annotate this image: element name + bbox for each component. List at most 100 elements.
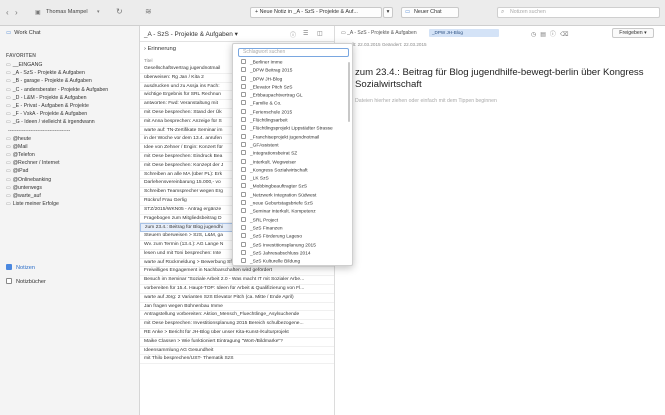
notebook-icon: ▭ [6, 102, 11, 109]
tag-option[interactable]: _SzS Förderung Lageso [233, 233, 352, 241]
tag-icon [241, 83, 246, 89]
tag-icon [241, 208, 246, 214]
tag-option[interactable]: _neue Geburtstagsbriefe SzS [233, 200, 352, 208]
note-body-placeholder[interactable]: Dateien hierher ziehen oder einfach mit … [355, 98, 497, 104]
favorites-heading: FAVORITEN [6, 53, 37, 59]
tag-option[interactable]: _SzS Kulturelle Bildung [233, 258, 352, 265]
sidebar-item-notes[interactable]: Notizen [6, 263, 136, 273]
note-list-row[interactable]: warte auf Jörg: 2 Varianten SzS Elevator… [140, 294, 334, 303]
tag-option[interactable]: _Interkult. Wegweiser [233, 158, 352, 167]
tag-icon [241, 67, 246, 73]
tag-option[interactable]: _Franchiseprojekt jugendnotmail [233, 133, 352, 142]
new-chat-button[interactable]: ▭ Neuer Chat [401, 7, 459, 18]
sidebar-item[interactable]: ▭ _F - VskA - Projekte & Aufgaben [6, 110, 136, 118]
notebook-icon [6, 278, 12, 284]
tag-option[interactable]: _Erbbaupachtvertrag GL [233, 92, 352, 100]
sidebar-item[interactable]: ▭ _B - garage - Projekte & Aufgaben [6, 77, 136, 85]
tag-option-label: _Netzwerk Integration Südwest [250, 193, 317, 199]
note-list-row[interactable]: RE Anke > Bericht für JH-Blog über unser… [140, 329, 334, 338]
new-note-button[interactable]: + Neue Notiz in _A - SzS - Projekte & Au… [250, 7, 382, 18]
present-icon[interactable]: ▤ [540, 32, 550, 38]
sidebar-item[interactable]: ▭ @Onlinebanking [6, 176, 136, 184]
sidebar-item[interactable]: ▭ @unterwegs [6, 184, 136, 192]
sidebar-item[interactable]: ▭ Liste meiner Erfolge [6, 200, 136, 208]
tag-search-input[interactable]: Schlagwort suchen [238, 48, 349, 57]
list-view-icon[interactable]: ☰ [303, 30, 308, 37]
column-header-title[interactable]: Titel [144, 58, 153, 63]
reminder-label: Erinnerung [147, 46, 176, 52]
note-list-row[interactable]: mit Oese besprechen: Investitionsplanung… [140, 320, 334, 329]
top-toolbar: ‹ › ▣ Thomas Mampel ▾ ↻ ≋ + Neue Notiz i… [0, 0, 665, 26]
new-note-dropdown-button[interactable]: ▾ [383, 7, 393, 18]
tag-icon [241, 100, 246, 106]
tag-option[interactable]: _Familie & Co. [233, 100, 352, 108]
editor-notebook-selector[interactable]: ▭ _A - SzS - Projekte & Aufgaben [341, 30, 417, 36]
tag-option[interactable]: _Elevator Pitch SzS [233, 83, 352, 92]
sidebar-item-notebooks[interactable]: Notizbücher [6, 277, 136, 287]
tag-option[interactable]: _Netzwerk Integration Südwest [233, 191, 352, 200]
note-title[interactable]: zum 23.4.: Beitrag für Blog jugendhilfe-… [355, 67, 655, 91]
sidebar-item[interactable]: ▭ @Telefon [6, 151, 136, 159]
notebook-title-dropdown[interactable]: _A - SzS - Projekte & Aufgaben ▾ [144, 30, 238, 38]
sidebar-item[interactable]: ▭ @iPad [6, 167, 136, 175]
tag-option[interactable]: _SRL Project [233, 216, 352, 225]
sidebar-item[interactable]: ▭ _G - Ideen / vielleicht & irgendwann [6, 118, 136, 126]
reminder-icon[interactable]: ◷ [531, 32, 540, 38]
sidebar-item[interactable]: ▭ @heute [6, 135, 136, 143]
search-input[interactable]: ⌕ Notizen suchen [497, 7, 660, 18]
note-list-row[interactable]: Besuch im Seminar "Soziale Arbeit 2.0 - … [140, 276, 334, 285]
user-avatar-icon[interactable]: ▣ [35, 9, 41, 17]
split-view-icon[interactable]: ◫ [317, 30, 323, 37]
note-list-row[interactable]: Jan fragen wegen Bühnenbau Imme [140, 303, 334, 312]
reminder-section[interactable]: › Erinnerung [144, 46, 176, 52]
sidebar-item-label: @Mail [12, 143, 28, 150]
chevron-down-icon[interactable]: ▾ [97, 9, 100, 15]
sidebar-item[interactable]: ▭ _C - andersberater - Projekte & Aufgabe… [6, 86, 136, 94]
tag-option[interactable]: _SzS Jahresabschluss 2014 [233, 249, 352, 258]
back-arrow-icon[interactable]: ‹ [6, 9, 9, 17]
share-button[interactable]: Freigeben ▾ [612, 28, 654, 38]
tag-option[interactable]: _Flüchtlingsprojekt Lippstädter Strasse [233, 125, 352, 133]
tag-option[interactable]: _Kongress Sozialwirtschaft [233, 166, 352, 175]
tag-chip[interactable]: _DPW JH-Blog [429, 29, 499, 37]
note-list-row[interactable]: Antragstellung vorbereiten: Aktion_Mensc… [140, 311, 334, 321]
tag-icon [241, 141, 246, 147]
note-list-row[interactable]: Ideensammlung AG Gesundheit [140, 347, 334, 356]
info-icon[interactable]: ⓘ [290, 30, 296, 39]
sidebar-item[interactable]: ▭ _E - Privat - Aufgaben & Projekte [6, 102, 136, 110]
sidebar-item[interactable]: ▭ @Rechner / Internet [6, 159, 136, 167]
tag-option[interactable]: _SzS Finanzen [233, 224, 352, 233]
sidebar-item[interactable]: ▭ @warte_auf [6, 192, 136, 200]
sidebar-item[interactable]: ▭ @Mail [6, 143, 136, 151]
forward-arrow-icon[interactable]: › [15, 9, 18, 17]
tag-option[interactable]: _DPW JH-Blog [233, 75, 352, 84]
tag-option[interactable]: _GFAssistent [233, 141, 352, 150]
tag-option[interactable]: _Ferienschule 2015 [233, 108, 352, 117]
activity-icon[interactable]: ≋ [145, 8, 152, 16]
tag-option[interactable]: _SzS Investitionsplanung 2015 [233, 241, 352, 250]
note-list-row[interactable]: mit Thilo besprechen/UST- Thematik SzS [140, 355, 334, 365]
note-list-row[interactable]: Maike Classen > Wie funktioniert Eintrag… [140, 338, 334, 347]
tag-option[interactable]: _Mobbingbeauftragter SzS [233, 183, 352, 191]
tag-option[interactable]: _Integrationsbeirat SZ [233, 150, 352, 158]
note-list-row[interactable]: Freiwilliges Engagement in Nachbarschaft… [140, 267, 334, 277]
tag-option[interactable]: _Seminar interkult. Kompetenz [233, 208, 352, 216]
sync-icon[interactable]: ↻ [116, 8, 123, 16]
info-icon[interactable]: ⓘ [550, 32, 560, 38]
sidebar-item[interactable]: ▭ _A - SzS - Projekte & Aufgaben [6, 69, 136, 77]
trash-icon[interactable]: ⌫ [560, 32, 572, 38]
tag-option[interactable]: _DPW Beitrag 2015 [233, 67, 352, 75]
sidebar-item[interactable]: ▭ _D - L&M - Projekte & Aufgaben [6, 94, 136, 102]
user-name[interactable]: Thomas Mampel [46, 9, 88, 15]
tag-option[interactable]: _LK SzS [233, 175, 352, 183]
share-label: Freigeben [619, 30, 643, 36]
note-list-row[interactable]: vorbereiten für 15.4. Haupt-TOP: Ideen f… [140, 285, 334, 294]
sidebar-item[interactable]: ▭ __EINGANG [6, 61, 136, 69]
chat-icon: ▭ [405, 9, 411, 15]
tag-list-scrollbar[interactable] [348, 62, 350, 122]
sidebar-work-chat[interactable]: ▭ Work Chat [6, 30, 41, 36]
tag-option[interactable]: _Berliner Imme [233, 59, 352, 67]
tag-option[interactable]: _Flüchtlingsarbeit [233, 117, 352, 125]
sidebar-item[interactable]: ------------------------------------ [6, 127, 136, 135]
tag-option-label: _Mobbingbeauftragter SzS [250, 184, 308, 190]
